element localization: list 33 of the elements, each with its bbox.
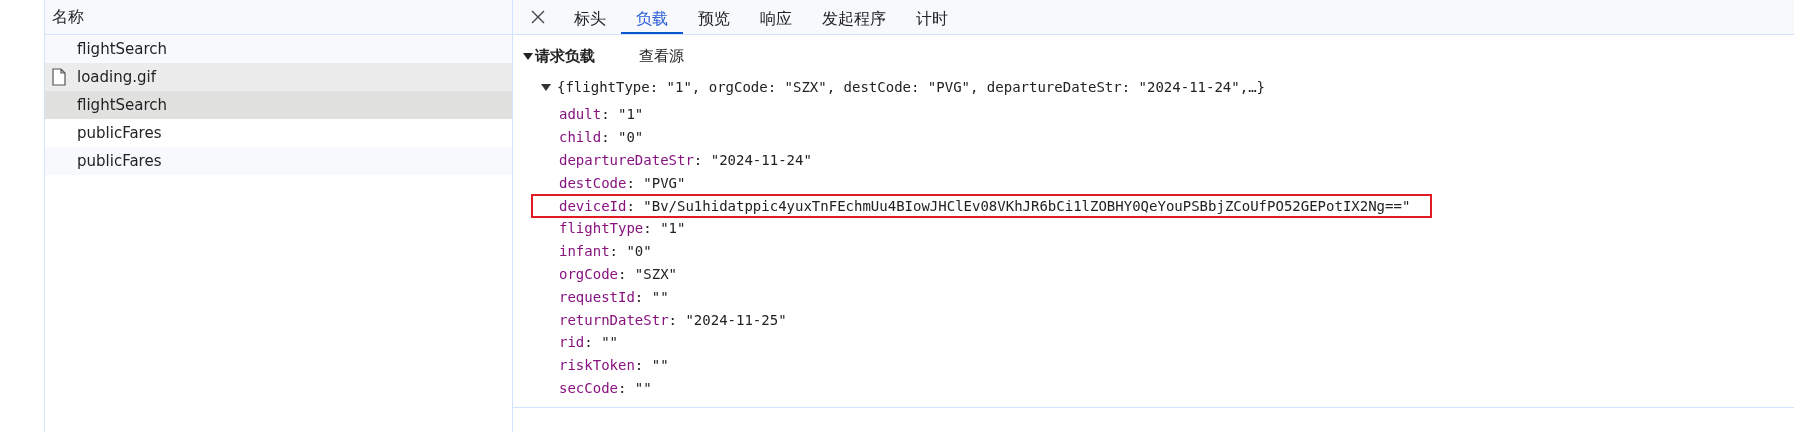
tab[interactable]: 标头	[559, 0, 621, 34]
property-line: departureDateStr: "2024-11-24"	[558, 151, 813, 170]
property-line: rid: ""	[558, 333, 619, 353]
property-line: riskToken: ""	[558, 356, 670, 376]
file-icon	[52, 68, 66, 86]
property-line: secCode: ""	[558, 378, 653, 398]
close-icon	[531, 10, 545, 24]
property-line: returnDateStr: "2024-11-25"	[558, 310, 788, 330]
property-line: flightType: "1"	[558, 219, 687, 239]
triangle-icon	[541, 82, 551, 92]
property-line: infant: "0"	[558, 242, 653, 262]
property-line: child: "0"	[558, 128, 645, 148]
tab[interactable]: 预览	[683, 0, 745, 34]
property-line-highlighted: deviceId: "Bv/Su1hidatppic4yuxTnFEchmUu4BIowJHClEv08VKhJR6bCi1lZOBHY0QeYouPSBbjZCoUfPO52GEPotIX2Ng=="	[531, 193, 1433, 218]
property-line: orgCode: "SZX"	[558, 265, 679, 284]
view-source-link[interactable]: 查看源	[639, 46, 684, 66]
property-line: requestId: ""	[558, 287, 670, 307]
tab[interactable]: 负载	[621, 0, 683, 34]
section-title: 请求负载	[535, 46, 595, 66]
request-row[interactable]: flightSearch	[45, 35, 512, 63]
tab[interactable]: 响应	[745, 0, 807, 34]
property-line: destCode: "PVG"	[558, 173, 687, 193]
column-header[interactable]: 名称	[45, 0, 512, 35]
tab[interactable]: 计时	[901, 0, 963, 34]
request-row[interactable]: publicFares	[45, 119, 512, 147]
object-summary: {flightType: "1", orgCode: "SZX", destCode: "PVG", departureDateStr: "2024-11-24",…}	[557, 79, 1265, 95]
request-row[interactable]: loading.gif	[45, 63, 512, 91]
property-line: adult: "1"	[558, 105, 645, 125]
request-row[interactable]: publicFares	[45, 147, 512, 175]
tab[interactable]: 发起程序	[807, 0, 901, 34]
triangle-icon	[523, 51, 533, 61]
section-toggle[interactable]: 请求负载	[523, 46, 595, 66]
request-row[interactable]: flightSearch	[45, 91, 512, 119]
